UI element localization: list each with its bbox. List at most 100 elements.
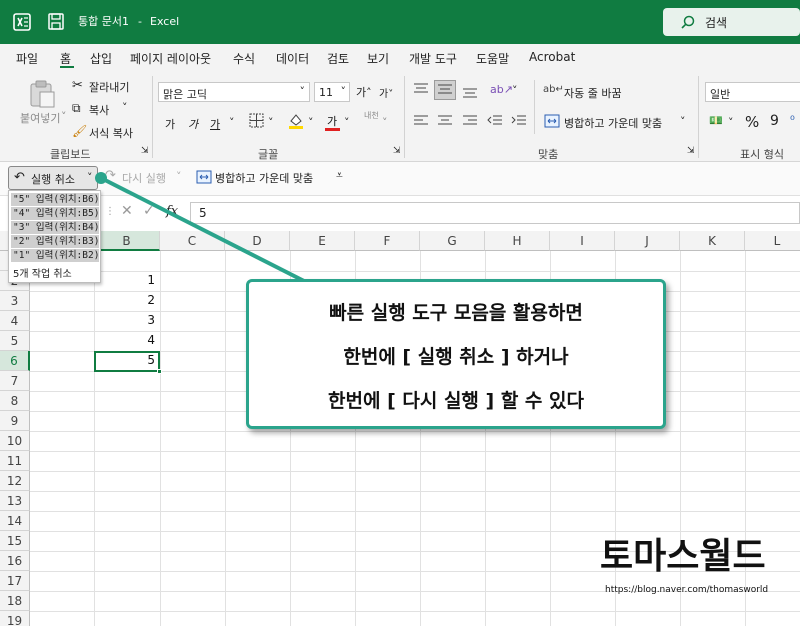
- more-options-icon[interactable]: ⋮: [105, 206, 115, 217]
- menu-formulas[interactable]: 수식: [233, 50, 255, 67]
- column-header[interactable]: D: [225, 231, 290, 251]
- italic-button[interactable]: 가: [188, 116, 198, 132]
- copy-label[interactable]: 복사: [89, 102, 109, 118]
- underline-button[interactable]: 가: [210, 116, 220, 132]
- formula-input[interactable]: 5: [190, 202, 800, 224]
- redo-label[interactable]: 다시 실행: [122, 170, 166, 186]
- bold-button[interactable]: 가: [165, 116, 175, 132]
- align-top-icon[interactable]: [413, 83, 429, 97]
- shrink-font-button[interactable]: 가˅: [379, 85, 393, 100]
- wrap-text-label[interactable]: 자동 줄 바꿈: [564, 85, 622, 101]
- redo-dropdown-icon[interactable]: ˅: [176, 170, 182, 183]
- cell-b5[interactable]: 4: [94, 333, 158, 347]
- orientation-icon[interactable]: ab↗: [490, 83, 513, 96]
- phonetic-dropdown-icon[interactable]: ˅: [382, 116, 388, 129]
- borders-icon[interactable]: [249, 113, 265, 129]
- search-box[interactable]: 검색: [663, 8, 800, 36]
- row-header[interactable]: 5: [0, 331, 30, 351]
- font-color-button[interactable]: 가: [327, 113, 337, 129]
- row-header[interactable]: 18: [0, 591, 30, 611]
- font-launcher-icon[interactable]: ⇲: [393, 146, 401, 156]
- row-header[interactable]: 19: [0, 611, 30, 626]
- align-right-icon[interactable]: [462, 114, 478, 128]
- clipboard-launcher-icon[interactable]: ⇲: [141, 146, 149, 156]
- redo-icon[interactable]: ↷: [105, 168, 116, 183]
- row-header[interactable]: 4: [0, 311, 30, 331]
- grow-font-button[interactable]: 가˄: [356, 84, 372, 100]
- menu-acrobat[interactable]: Acrobat: [529, 50, 575, 64]
- menu-page-layout[interactable]: 페이지 레이아웃: [130, 50, 211, 67]
- row-header[interactable]: 7: [0, 371, 30, 391]
- row-header[interactable]: 8: [0, 391, 30, 411]
- cancel-icon[interactable]: ✕: [121, 203, 133, 219]
- borders-dropdown-icon[interactable]: ˅: [268, 116, 274, 129]
- align-left-icon[interactable]: [413, 114, 429, 128]
- align-bottom-icon[interactable]: [462, 86, 478, 100]
- font-name-dropdown[interactable]: 맑은 고딕 ˅: [158, 82, 310, 102]
- copy-icon[interactable]: ⧉: [72, 101, 81, 116]
- paste-label[interactable]: 붙여넣기: [20, 110, 60, 126]
- percent-style-button[interactable]: %: [745, 113, 759, 131]
- row-header[interactable]: 6: [0, 351, 30, 371]
- font-color-dropdown-icon[interactable]: ˅: [344, 116, 350, 129]
- undo-button[interactable]: ↶ 실행 취소 ˅: [8, 166, 98, 190]
- excel-logo-icon[interactable]: [13, 13, 31, 31]
- number-format-dropdown[interactable]: 일반: [705, 82, 800, 102]
- increase-indent-icon[interactable]: [511, 114, 527, 128]
- wrap-text-icon[interactable]: ab↵: [543, 84, 564, 95]
- format-painter-label[interactable]: 서식 복사: [89, 125, 133, 141]
- cut-label[interactable]: 잘라내기: [89, 79, 129, 95]
- enter-icon[interactable]: ✓: [143, 203, 155, 219]
- alignment-launcher-icon[interactable]: ⇲: [687, 146, 695, 156]
- row-header[interactable]: 12: [0, 471, 30, 491]
- undo-history-item[interactable]: "5" 입력(위치:B6): [11, 193, 99, 206]
- row-header[interactable]: 15: [0, 531, 30, 551]
- column-header[interactable]: L: [745, 231, 800, 251]
- underline-dropdown-icon[interactable]: ˅: [229, 116, 235, 129]
- merge-dropdown-icon[interactable]: ˅: [680, 115, 686, 128]
- undo-history-item[interactable]: "1" 입력(위치:B2): [11, 249, 99, 262]
- menu-review[interactable]: 검토: [327, 50, 349, 67]
- column-header[interactable]: B: [94, 231, 160, 251]
- merge-center-label[interactable]: 병합하고 가운데 맞춤: [564, 115, 662, 131]
- column-header[interactable]: I: [550, 231, 615, 251]
- font-size-dropdown[interactable]: 11 ˅: [314, 82, 350, 102]
- row-header[interactable]: 11: [0, 451, 30, 471]
- cell-b4[interactable]: 3: [94, 313, 158, 327]
- fill-color-icon[interactable]: [287, 112, 305, 130]
- undo-history-item[interactable]: "3" 입력(위치:B4): [11, 221, 99, 234]
- column-header[interactable]: E: [290, 231, 355, 251]
- align-middle-button[interactable]: [434, 80, 456, 100]
- orientation-dropdown-icon[interactable]: ˅: [512, 84, 518, 97]
- copy-dropdown-icon[interactable]: ˅: [122, 101, 128, 114]
- row-header[interactable]: 17: [0, 571, 30, 591]
- row-header[interactable]: 14: [0, 511, 30, 531]
- customize-qat-icon[interactable]: ⩡: [336, 168, 343, 183]
- paste-dropdown-icon[interactable]: ˅: [61, 110, 67, 123]
- menu-developer[interactable]: 개발 도구: [409, 50, 457, 67]
- scissors-icon[interactable]: ✂: [72, 78, 83, 93]
- phonetic-button[interactable]: 내천: [364, 110, 379, 121]
- column-header[interactable]: H: [485, 231, 550, 251]
- column-header[interactable]: K: [680, 231, 745, 251]
- accounting-dropdown-icon[interactable]: ˅: [728, 116, 734, 129]
- column-header[interactable]: C: [160, 231, 225, 251]
- undo-history-item[interactable]: "4" 입력(위치:B5): [11, 207, 99, 220]
- row-header[interactable]: 9: [0, 411, 30, 431]
- menu-file[interactable]: 파일: [16, 50, 38, 67]
- merge-center-icon[interactable]: [196, 170, 212, 184]
- column-header[interactable]: G: [420, 231, 485, 251]
- cell-b3[interactable]: 2: [94, 293, 158, 307]
- decrease-indent-icon[interactable]: [487, 114, 503, 128]
- row-header[interactable]: 13: [0, 491, 30, 511]
- row-header[interactable]: 3: [0, 291, 30, 311]
- fill-handle[interactable]: [157, 369, 162, 374]
- menu-view[interactable]: 보기: [367, 50, 389, 67]
- undo-history-item[interactable]: "2" 입력(위치:B3): [11, 235, 99, 248]
- cell-b2[interactable]: 1: [94, 273, 158, 287]
- paste-icon[interactable]: [28, 80, 58, 108]
- align-center-icon[interactable]: [437, 114, 453, 128]
- save-icon[interactable]: [48, 13, 64, 30]
- menu-insert[interactable]: 삽입: [90, 50, 112, 67]
- row-header[interactable]: 10: [0, 431, 30, 451]
